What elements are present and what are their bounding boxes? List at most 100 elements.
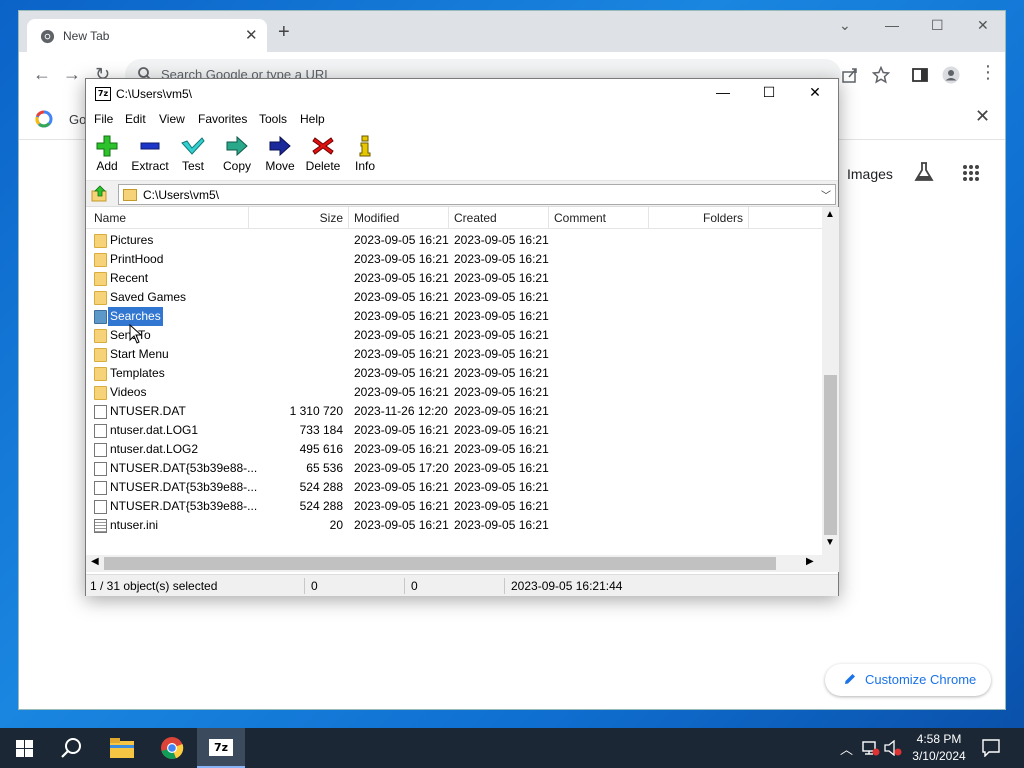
row-name: NTUSER.DAT{53b39e88-... bbox=[110, 480, 258, 494]
horizontal-scroll-thumb[interactable] bbox=[104, 557, 776, 570]
volume-muted-icon[interactable] bbox=[884, 740, 902, 756]
delete-button[interactable]: Delete bbox=[300, 135, 346, 179]
column-name[interactable]: Name bbox=[89, 207, 249, 229]
bookmark-star-icon[interactable] bbox=[872, 66, 890, 84]
settings-file-icon bbox=[94, 519, 107, 533]
table-row[interactable]: Templates 2023-09-05 16:21 2023-09-05 16:2… bbox=[86, 364, 822, 383]
column-size[interactable]: Size bbox=[249, 207, 349, 229]
row-modified: 2023-11-26 12:20 bbox=[354, 404, 448, 418]
back-arrow-icon[interactable]: ← bbox=[33, 64, 51, 85]
taskbar-file-explorer[interactable] bbox=[98, 728, 146, 768]
vertical-scroll-thumb[interactable] bbox=[824, 375, 837, 535]
scroll-down-icon[interactable]: ▼ bbox=[825, 537, 835, 548]
column-modified[interactable]: Modified bbox=[349, 207, 449, 229]
table-row[interactable]: NTUSER.DAT{53b39e88-... 524 288 2023-09-05… bbox=[86, 478, 822, 497]
customize-chrome-button[interactable]: Customize Chrome bbox=[825, 664, 991, 696]
notification-center-icon[interactable] bbox=[982, 739, 1000, 757]
7zip-logo-icon: 7z bbox=[95, 87, 111, 101]
start-button[interactable] bbox=[0, 728, 48, 768]
table-row[interactable]: SendTo2023-09-05 16:212023-09-05 16:21 bbox=[86, 326, 822, 345]
path-combobox[interactable]: C:\Users\vm5\ ﹀ bbox=[118, 184, 836, 205]
side-panel-icon[interactable] bbox=[911, 66, 929, 84]
clock-time[interactable]: 4:58 PM bbox=[906, 732, 972, 746]
scroll-up-icon[interactable]: ▲ bbox=[825, 209, 835, 220]
column-created[interactable]: Created bbox=[449, 207, 549, 229]
clock-date[interactable]: 3/10/2024 bbox=[906, 749, 972, 763]
column-comment[interactable]: Comment bbox=[549, 207, 649, 229]
row-modified: 2023-09-05 16:21 bbox=[354, 290, 449, 304]
google-apps-icon[interactable] bbox=[962, 164, 980, 182]
extract-button[interactable]: Extract bbox=[127, 135, 173, 179]
folder-icon bbox=[94, 329, 107, 343]
chrome-minimize-button[interactable]: — bbox=[885, 17, 899, 33]
table-row[interactable]: ntuser.dat.LOG1 733 184 2023-09-05 16:21 20… bbox=[86, 421, 822, 440]
tab-close-icon[interactable]: ✕ bbox=[245, 26, 258, 44]
path-value: C:\Users\vm5\ bbox=[143, 188, 220, 202]
zip-minimize-button[interactable]: — bbox=[708, 84, 738, 104]
address-bar: C:\Users\vm5\ ﹀ bbox=[86, 181, 838, 207]
forward-arrow-icon[interactable]: → bbox=[63, 64, 81, 85]
chrome-maximize-button[interactable]: ☐ bbox=[931, 17, 944, 34]
table-row[interactable]: NTUSER.DAT{53b39e88-... 524 288 2023-09-05… bbox=[86, 497, 822, 516]
menu-file[interactable]: File bbox=[94, 112, 113, 126]
menu-favorites[interactable]: Favorites bbox=[198, 112, 247, 126]
status-selected: 1 / 31 object(s) selected bbox=[90, 579, 218, 593]
chrome-close-button[interactable]: ✕ bbox=[977, 17, 989, 34]
check-icon bbox=[181, 137, 205, 155]
table-row[interactable]: Pictures 2023-09-05 16:21 2023-09-05 16:21 bbox=[86, 231, 822, 250]
taskbar-search-button[interactable] bbox=[48, 728, 96, 768]
promo-close-icon[interactable]: ✕ bbox=[975, 106, 990, 127]
table-row[interactable]: Recent 2023-09-05 16:21 2023-09-05 16:21 bbox=[86, 269, 822, 288]
table-row[interactable]: Videos 2023-09-05 16:21 2023-09-05 16:21 bbox=[86, 383, 822, 402]
row-size: 20 bbox=[329, 518, 343, 532]
menu-view[interactable]: View bbox=[159, 112, 185, 126]
copy-button[interactable]: Copy bbox=[214, 135, 260, 179]
row-created: 2023-09-05 16:21 bbox=[454, 385, 549, 399]
table-row[interactable]: NTUSER.DAT 1 310 720 2023-11-26 12:20 2023-… bbox=[86, 402, 822, 421]
table-row[interactable]: Searches 2023-09-05 16:21 2023-09-05 16:21 bbox=[86, 307, 822, 326]
table-row[interactable]: ntuser.ini 20 2023-09-05 16:21 2023-09-05 1… bbox=[86, 516, 822, 535]
column-folders[interactable]: Folders bbox=[649, 207, 749, 229]
network-icon[interactable] bbox=[862, 740, 880, 756]
tab-search-chevron-icon[interactable]: ⌄ bbox=[839, 17, 851, 34]
test-button[interactable]: Test bbox=[170, 135, 216, 179]
menu-help[interactable]: Help bbox=[300, 112, 325, 126]
tab-title: New Tab bbox=[63, 29, 110, 43]
table-row[interactable]: ntuser.dat.LOG2 495 616 2023-09-05 16:21 20… bbox=[86, 440, 822, 459]
taskbar-7zip[interactable]: 7z bbox=[197, 728, 245, 768]
scroll-left-icon[interactable]: ◀ bbox=[91, 556, 99, 567]
move-button[interactable]: Move bbox=[257, 135, 303, 179]
move-label: Move bbox=[265, 159, 295, 173]
zip-close-button[interactable]: ✕ bbox=[800, 84, 830, 104]
add-button[interactable]: Add bbox=[84, 135, 130, 179]
scroll-right-icon[interactable]: ▶ bbox=[806, 556, 814, 567]
menu-edit[interactable]: Edit bbox=[125, 112, 146, 126]
chrome-menu-icon[interactable]: ⋮ bbox=[979, 62, 997, 83]
share-icon[interactable] bbox=[841, 66, 859, 84]
info-button[interactable]: Info bbox=[342, 135, 388, 179]
horizontal-scrollbar[interactable]: ◀ ▶ bbox=[86, 555, 839, 572]
table-row[interactable]: PrintHood 2023-09-05 16:21 2023-09-05 16:2… bbox=[86, 250, 822, 269]
move-arrow-icon bbox=[269, 135, 291, 157]
plus-icon bbox=[96, 135, 118, 157]
table-row[interactable]: Saved Games 2023-09-05 16:21 2023-09-05 16… bbox=[86, 288, 822, 307]
promo-text: Go bbox=[69, 112, 87, 127]
zip-titlebar[interactable]: 7z C:\Users\vm5\ — ☐ ✕ bbox=[86, 79, 838, 109]
new-tab-button[interactable]: + bbox=[278, 22, 290, 42]
table-row[interactable]: Start Menu 2023-09-05 16:21 2023-09-05 16:… bbox=[86, 345, 822, 364]
menu-tools[interactable]: Tools bbox=[259, 112, 287, 126]
labs-flask-icon[interactable] bbox=[913, 161, 935, 183]
row-created: 2023-09-05 16:21 bbox=[454, 442, 549, 456]
taskbar-chrome[interactable] bbox=[148, 728, 196, 768]
profile-avatar-icon[interactable] bbox=[942, 66, 960, 84]
table-row[interactable]: NTUSER.DAT{53b39e88-... 65 536 2023-09-05 … bbox=[86, 459, 822, 478]
minus-icon bbox=[140, 142, 160, 150]
images-link[interactable]: Images bbox=[847, 166, 893, 182]
zip-maximize-button[interactable]: ☐ bbox=[754, 84, 784, 104]
file-list[interactable]: Name Size Modified Created Comment Folde… bbox=[86, 207, 822, 555]
vertical-scrollbar[interactable]: ▲ ▼ bbox=[822, 207, 839, 555]
chevron-down-icon[interactable]: ﹀ bbox=[821, 187, 831, 202]
folder-up-icon[interactable] bbox=[91, 185, 109, 203]
tray-overflow-chevron-icon[interactable]: ︿ bbox=[840, 739, 853, 758]
tab-new-tab[interactable]: New Tab ✕ bbox=[27, 19, 267, 52]
